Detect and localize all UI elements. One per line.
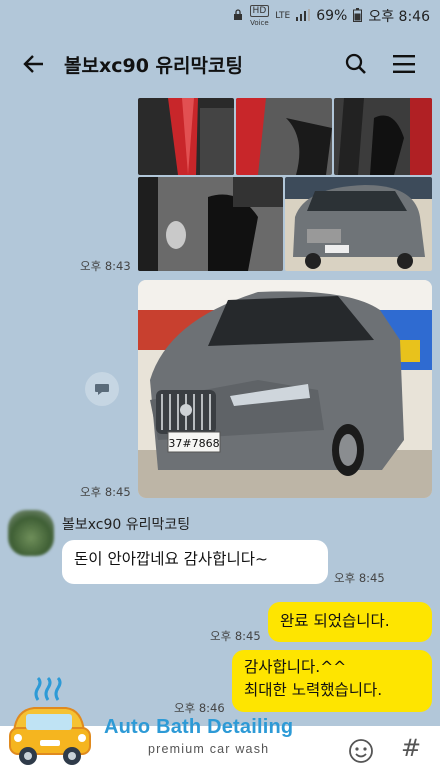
photo-thumbnail[interactable] [285,177,432,271]
outgoing-message: 완료 되었습니다. [268,602,432,642]
photo-thumbnail[interactable] [334,98,432,175]
chat-header: 볼보xc90 유리막코팅 [0,32,440,96]
avatar[interactable] [8,510,54,556]
message-time: 오후 8:45 [210,629,261,643]
back-arrow-icon[interactable] [16,46,52,82]
clock: 오후 8:46 [368,9,430,25]
search-icon[interactable] [336,44,376,84]
share-icon[interactable] [85,372,119,406]
license-plate: 37#7868 [168,437,219,450]
message-time: 오후 8:45 [80,485,131,499]
emoji-icon[interactable] [348,738,374,764]
hash-icon[interactable]: # [398,734,424,764]
outgoing-message-text: 완료 되었습니다. [280,612,390,630]
photo-large[interactable]: 37#7868 [138,280,432,498]
sender-name: 볼보xc90 유리막코팅 [62,517,191,533]
incoming-message-text: 돈이 안아깝네요 감사합니다~ [74,550,268,568]
chat-title: 볼보xc90 유리막코팅 [64,54,243,77]
status-bar: HD Voice LTE 69% 오후 8:46 [0,0,440,32]
lock-icon [232,8,244,24]
battery-icon [353,7,363,25]
lte-icon: LTE [275,11,291,21]
brand-tagline: premium car wash [148,742,270,756]
photo-thumbnail[interactable] [236,98,332,175]
menu-icon[interactable] [384,44,424,84]
photo-thumbnail[interactable] [138,177,283,271]
message-time: 오후 8:45 [334,571,385,585]
message-time: 오후 8:43 [80,259,131,273]
signal-icon [296,8,311,24]
incoming-message: 돈이 안아깝네요 감사합니다~ [62,540,328,584]
hd-voice-icon: HD Voice [249,4,270,27]
photo-thumbnail[interactable] [138,98,234,175]
battery-level: 69% [316,8,348,24]
brand-name: Auto Bath Detailing [104,716,294,738]
